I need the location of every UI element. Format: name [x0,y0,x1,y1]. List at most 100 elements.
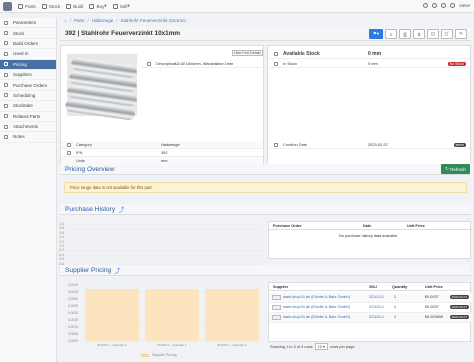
sidebar-item-attachments[interactable]: Attachments [0,122,56,133]
quantity-cell: 1 [394,315,397,319]
quantity-cell: 1 [394,305,397,309]
y-tick-label: -0.6 [58,257,64,262]
pricing-overview-header: Pricing Overview ↻ Refresh [60,164,471,175]
username[interactable]: steve [459,3,470,8]
gridline [82,341,262,342]
column-header[interactable]: Unit Price [425,285,443,289]
table-header: Supplier SKU Quantity Unit Price [269,283,472,291]
supplier-pricing-table: Supplier SKU Quantity Unit Price stahl-s… [268,282,472,342]
print-button[interactable]: ⎙ [399,29,411,39]
barcode-button[interactable]: ≡ [385,29,397,39]
breadcrumb-item[interactable]: Halbzeuge [92,18,114,23]
nav-stock[interactable]: Stock [41,3,60,9]
sidebar-item-stock[interactable]: Stock [0,28,56,39]
bar[interactable] [145,289,199,341]
search-icon[interactable] [423,3,429,8]
notification-icon[interactable] [441,3,447,8]
notes-icon [4,134,8,139]
column-header[interactable]: Purchase Order [273,224,302,228]
calendar-icon [4,93,8,98]
pricing-button[interactable]: $ [413,29,425,39]
pricing-overview-title: Pricing Overview [65,165,115,173]
supplier-logo-icon [272,305,281,310]
part-toolbar: ⚑▾ ≡ ⎙ $ ◫ 🛒 ✎ [369,29,467,39]
y-tick-label: 0.4 [59,235,64,240]
truck-icon [112,3,118,9]
column-header[interactable]: SKU [369,285,377,289]
supplier-link[interactable]: stahl-shop24.de (Eichler & Bahr GmbH) [283,295,350,299]
sidebar-item-notes[interactable]: Notes [0,132,56,143]
table-row[interactable]: stahl-shop24.de (Eichler & Bahr GmbH) ZO1… [269,313,472,323]
sku-link[interactable]: ZO103-1 [369,295,384,299]
y-tick-label: 0.2 [59,239,64,244]
gridline [82,285,262,286]
gridline [66,241,262,243]
column-header[interactable]: Supplier [273,285,288,289]
table-header: Purchase Order Date Unit Price [269,222,472,230]
shopping-cart-icon [4,83,8,88]
boxes-icon [4,31,8,36]
sku-link[interactable]: ZO103-1 [369,315,384,319]
supplier-logo-icon [272,315,281,320]
sku-link[interactable]: ZO103-1 [369,305,384,309]
shopping-cart-icon [89,3,95,9]
bar[interactable] [85,289,139,341]
scan-icon[interactable] [432,3,438,8]
hide-part-details-button[interactable]: Hide Part Details [232,50,263,56]
supplier-pricing-chart: 0.0040 0.0035 0.0030 0.0025 0.0020 0.0015 0.00… [60,281,266,361]
user-icon[interactable] [450,3,456,8]
notification-button[interactable]: ⚑▾ [369,29,383,39]
breadcrumb-item[interactable]: Stahlrohr Feuerverzinkt 10x1mm [121,18,186,23]
nav-buy[interactable]: Buy ▾ [89,3,107,9]
pagination: Showing 1 to 3 of 3 rows 10 ▾ rows per p… [270,343,355,350]
stock-panel: Available Stock 0 mm In Stock 0 mm No St… [267,45,471,171]
part-header: 392 | Stahlrohr Feuerverzinkt 10x1mm ⚑▾ … [60,27,471,41]
breadcrumb-item[interactable]: Parts [74,18,85,23]
box-icon [274,61,278,66]
sidebar-item-stocktake[interactable]: Stocktake [0,101,56,112]
nav-build[interactable]: Build [66,3,83,9]
in-stock-row: In Stock 0 mm No Stock [268,60,470,68]
purchase-history-title: Purchase History [65,205,116,213]
calendar-icon [274,142,278,147]
supplier-link[interactable]: stahl-shop24.de (Eichler & Bahr GmbH) [283,315,350,319]
sidebar-item-build-orders[interactable]: Build Orders [0,39,56,50]
column-header[interactable]: Quantity [392,285,407,289]
shapes-icon [18,3,23,9]
edit-button[interactable]: ✎ [455,29,467,39]
creation-date-row: Creation Date 2023-02-07 steve [268,141,470,149]
sidebar-item-pricing[interactable]: Pricing [0,59,56,70]
sidebar-item-scheduling[interactable]: Scheduling [0,91,56,102]
part-image[interactable] [64,54,138,121]
y-tick-label: 0.0000 [67,339,78,343]
order-button[interactable]: 🛒 [441,29,453,39]
page-size-select[interactable]: 10 ▾ [314,343,328,350]
table-row[interactable]: stahl-shop24.de (Eichler & Bahr GmbH) ZO1… [269,303,472,313]
nav-parts[interactable]: Parts [18,3,36,9]
y-tick-label: 0.8 [59,226,64,231]
stock-actions-button[interactable]: ◫ [427,29,439,39]
table-row[interactable]: stahl-shop24.de (Eichler & Bahr GmbH) ZO1… [269,293,472,303]
price-range-warning: Price range data is not available for th… [64,182,467,193]
app-logo[interactable] [3,1,12,11]
refresh-button[interactable]: ↻ Refresh [441,164,470,174]
sidebar-item-used-in[interactable]: Used In [0,49,56,60]
supplier-logo-icon [272,295,281,300]
home-icon[interactable]: ⌂ [64,18,67,23]
layer-icon [4,51,8,56]
sidebar-item-purchase-orders[interactable]: Purchase Orders [0,80,56,91]
tools-icon [4,41,8,46]
sort-icon[interactable]: ⤴ [114,266,120,275]
sidebar-item-related-parts[interactable]: Related Parts [0,112,56,122]
sort-icon[interactable]: ⤴ [118,205,124,214]
nav-sell[interactable]: Sell ▾ [112,3,130,9]
bar[interactable] [205,289,259,341]
supplier-link[interactable]: stahl-shop24.de (Eichler & Bahr GmbH) [283,305,350,309]
sidebar-item-suppliers[interactable]: Suppliers [0,70,56,81]
category-link[interactable]: Halbzeuge [161,142,180,147]
tag-icon [67,150,71,155]
quantity-cell: 1 [394,295,397,299]
sidebar-item-parameters[interactable]: Parameters [0,18,56,29]
column-header[interactable]: Date [363,224,371,228]
column-header[interactable]: Unit Price [407,224,425,228]
